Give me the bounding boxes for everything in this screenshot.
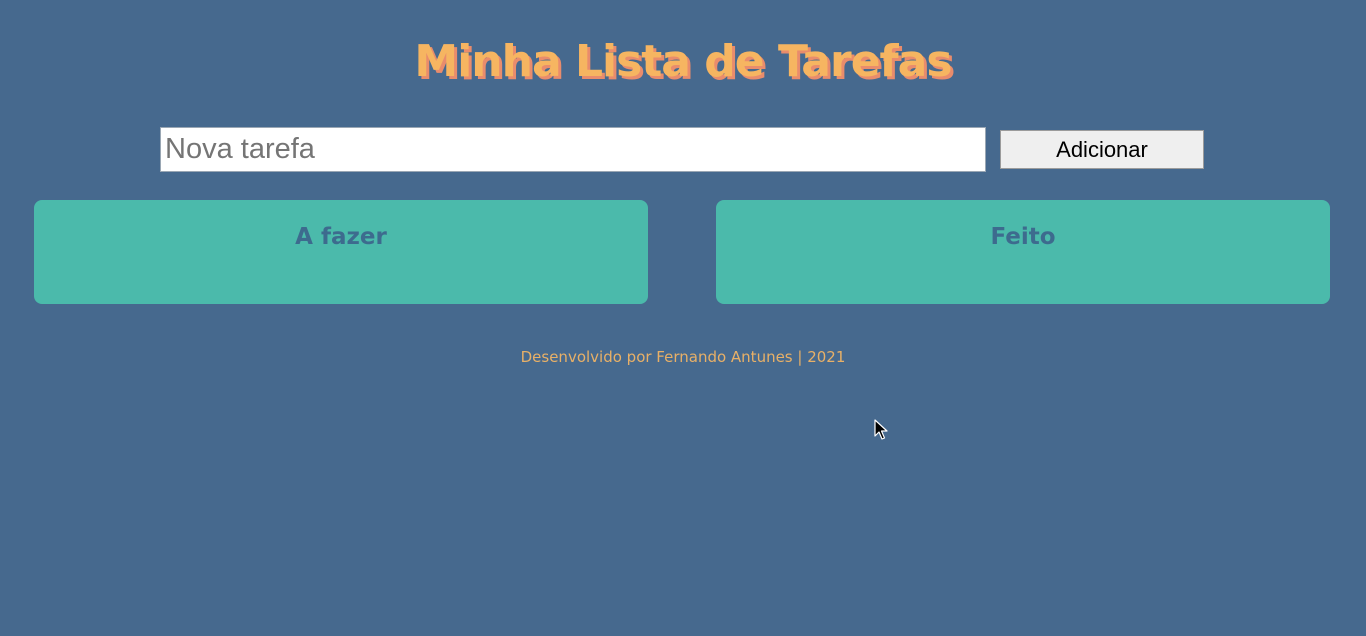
footer-credit: Desenvolvido por Fernando Antunes | 2021 [520,348,846,366]
mouse-pointer-icon [874,419,888,440]
page-title: Minha Lista de Tarefas [414,36,952,87]
done-column: Feito [716,200,1330,304]
todo-column-title: A fazer [295,224,387,250]
new-task-input[interactable] [160,127,986,172]
todo-column: A fazer [34,200,648,304]
done-column-title: Feito [990,224,1056,250]
add-task-button[interactable]: Adicionar [1000,130,1204,169]
